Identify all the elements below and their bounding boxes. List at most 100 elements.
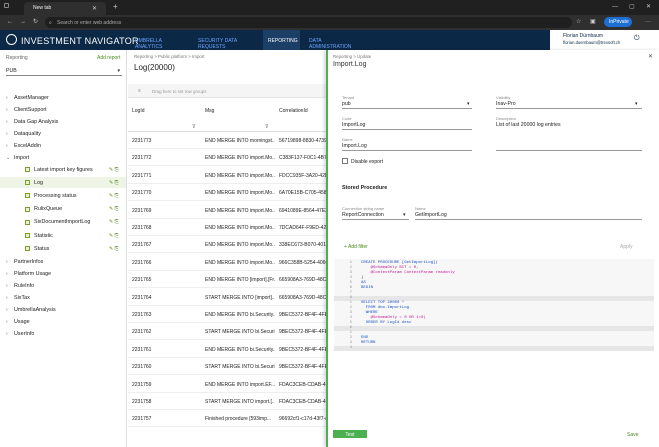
table-row[interactable]: 2231761 END MERGE INTO bi.Security... 9BEC…	[128, 341, 326, 358]
description-textarea[interactable]	[496, 150, 642, 151]
name-input[interactable]	[342, 150, 472, 151]
table-row[interactable]: 2231772 END MERGE INTO import.Mo... C383F1…	[128, 149, 326, 167]
tree-item-partnerinfos[interactable]: › PartnerInfos	[0, 256, 126, 267]
refresh-icon[interactable]: ↻	[33, 19, 38, 25]
tree-item-latest-import-key-figures[interactable]: Latest import key figures ✎ ⎘	[0, 164, 126, 175]
chevron-right-icon[interactable]: ›	[6, 95, 8, 101]
table-row[interactable]: 2231770 END MERGE INTO import.Mo... 6A70E1…	[128, 184, 326, 202]
maximize-icon[interactable]: ▢	[629, 4, 635, 10]
sidebar-tabs-icon[interactable]	[4, 3, 9, 8]
forward-icon[interactable]: →	[20, 19, 26, 25]
filter-icon[interactable]: ⊽	[192, 124, 196, 130]
chevron-right-icon[interactable]: ›	[6, 119, 8, 125]
table-row[interactable]: 2231765 END MERGE INTO [import].[Fr... 665…	[128, 271, 326, 289]
table-row[interactable]: 2231764 START MERGE INTO [import]... 66590…	[128, 289, 326, 306]
chevron-right-icon[interactable]: ›	[6, 271, 8, 277]
table-row[interactable]: 2231762 START MERGE INTO bi.Securi... 9BEC…	[128, 323, 326, 341]
chevron-right-icon[interactable]: ›	[6, 131, 8, 137]
tree-item-status[interactable]: Status ✎ ⎘	[0, 243, 126, 254]
disable-export-checkbox[interactable]	[342, 158, 348, 164]
nav-security-data-requests[interactable]: SECURITY DATA REQUESTS	[192, 30, 260, 50]
column-header-logid[interactable]: LogId	[132, 108, 145, 114]
table-row[interactable]: 2231767 END MERGE INTO import.Mo... 338EC6…	[128, 236, 326, 254]
edit-copy-icons[interactable]: ✎ ⎘	[109, 206, 119, 212]
address-bar[interactable]: ⌕ Search or enter web address	[45, 17, 572, 28]
chevron-right-icon[interactable]: ›	[6, 107, 8, 113]
tree-item-umbrellaanalysis[interactable]: › UmbrellaAnalysis	[0, 304, 126, 315]
tree-item-log[interactable]: Log ✎ ⎘	[0, 177, 126, 189]
tree-item-dataquality[interactable]: › Dataquality	[0, 128, 126, 139]
code-input[interactable]	[342, 129, 472, 130]
tree-item-sixdocumentimportlog[interactable]: SixDocumentImportLog ✎ ⎘	[0, 217, 126, 228]
edit-copy-icons[interactable]: ✎ ⎘	[109, 180, 119, 186]
chevron-right-icon[interactable]: ›	[6, 319, 8, 325]
browser-tab[interactable]: New tab ✕	[24, 2, 106, 15]
tree-item-data-gap-analysis[interactable]: › Data Gap Analysis	[0, 116, 126, 127]
new-tab-icon[interactable]: +	[113, 3, 118, 11]
add-report-link[interactable]: Add report	[97, 55, 120, 61]
nav-umbrella-analytics[interactable]: UMBRELLA ANALYTICS	[128, 30, 188, 50]
chevron-down-icon[interactable]: ⌄	[6, 155, 10, 161]
column-header-msg[interactable]: Msg	[205, 108, 214, 114]
chevron-right-icon[interactable]: ›	[6, 295, 8, 301]
tenant-select[interactable]	[342, 108, 472, 109]
nav-data-administration[interactable]: DATA ADMINISTRATION	[304, 30, 364, 50]
visibility-select[interactable]	[496, 108, 642, 109]
tree-item-rulixqueue[interactable]: RulixQueue ✎ ⎘	[0, 204, 126, 215]
close-tab-icon[interactable]: ✕	[92, 6, 97, 12]
table-row[interactable]: 2231766 END MERGE INTO import.Mo... 966C35…	[128, 254, 326, 271]
back-icon[interactable]: ←	[7, 19, 13, 25]
tree-item-platform-usage[interactable]: › Platform Usage	[0, 268, 126, 279]
filter-icon[interactable]: ⊽	[265, 124, 269, 130]
table-row[interactable]: 2231757 Finished procedure [593imp... 9669…	[128, 410, 326, 428]
tree-item-processing-status[interactable]: Processing status ✎ ⎘	[0, 190, 126, 201]
row-group-drop-zone[interactable]: ≡ Drag here to set row groups	[128, 84, 326, 98]
sql-editor[interactable]: 1 CREATE PROCEDURE [GetImportLog](2 @Sche…	[334, 259, 654, 351]
collections-icon[interactable]: ▣	[590, 19, 596, 25]
minimize-icon[interactable]: —	[612, 4, 618, 10]
chevron-right-icon[interactable]: ›	[6, 143, 8, 149]
test-button[interactable]: Test	[333, 430, 367, 438]
column-header-correlationid[interactable]: CorrelationId	[279, 108, 308, 114]
tree-item-userinfo[interactable]: › UserInfo	[0, 328, 126, 339]
report-selector[interactable]: PUB ▾	[6, 65, 122, 76]
tree-item-sixtax[interactable]: › SixTax	[0, 292, 126, 303]
edit-copy-icons[interactable]: ✎ ⎘	[109, 246, 119, 252]
tree-item-usage[interactable]: › Usage	[0, 316, 126, 327]
profile-button[interactable]: InPrivate	[604, 17, 632, 27]
power-icon[interactable]: ⏻	[634, 35, 640, 42]
save-button[interactable]: Save	[627, 432, 638, 438]
table-row[interactable]: 2231759 END MERGE INTO import.EF... FDAC3C…	[128, 376, 326, 393]
table-row[interactable]: 2231758 START MERGE INTO import.[... FDAC3…	[128, 393, 326, 410]
table-row[interactable]: 2231771 END MERGE INTO import.Mo... FDCC93…	[128, 167, 326, 184]
nav-reporting[interactable]: REPORTING	[263, 30, 300, 50]
table-row[interactable]: 2231763 END MERGE INTO bi.Security... 9BEC…	[128, 306, 326, 323]
apply-button[interactable]: Apply	[620, 244, 633, 250]
favorites-icon[interactable]: ☆	[576, 19, 581, 25]
tree-item-clientsupport[interactable]: › ClientSupport	[0, 104, 126, 115]
close-window-icon[interactable]: ✕	[646, 4, 651, 10]
user-panel[interactable]: Florian Dürnbaum florian.duernbaum@trexs…	[550, 30, 659, 50]
tree-item-statistic[interactable]: Statistic ✎ ⎘	[0, 230, 126, 241]
edit-copy-icons[interactable]: ✎ ⎘	[109, 193, 119, 199]
tree-item-import[interactable]: ⌄ Import	[0, 152, 126, 163]
tree-item-assetmanager[interactable]: › AssetManager	[0, 92, 126, 103]
table-row[interactable]: 2231760 START MERGE INTO bi.Securi... 9BEC…	[128, 358, 326, 376]
table-row[interactable]: 2231768 END MERGE INTO import.Mo... 7DCAD6…	[128, 219, 326, 236]
chevron-right-icon[interactable]: ›	[6, 283, 8, 289]
edit-copy-icons[interactable]: ✎ ⎘	[109, 167, 119, 173]
tree-item-ruleinfo[interactable]: › RuleInfo	[0, 280, 126, 291]
sp-name-input[interactable]	[415, 219, 642, 220]
chevron-right-icon[interactable]: ›	[6, 331, 8, 337]
edit-copy-icons[interactable]: ✎ ⎘	[109, 219, 119, 225]
edit-copy-icons[interactable]: ✎ ⎘	[109, 233, 119, 239]
add-filter-button[interactable]: + Add filter	[344, 244, 368, 250]
tree-item-exceladdin[interactable]: › ExcelAddin	[0, 140, 126, 151]
chevron-right-icon[interactable]: ›	[6, 259, 8, 265]
table-row[interactable]: 2231773 END MERGE INTO morningst... 567198…	[128, 132, 326, 149]
more-icon[interactable]: ···	[645, 19, 651, 25]
close-icon[interactable]: ✕	[648, 53, 653, 60]
chevron-right-icon[interactable]: ›	[6, 307, 8, 313]
connection-select[interactable]	[342, 219, 409, 220]
table-row[interactable]: 2231769 END MERGE INTO import.Mo... 694108…	[128, 202, 326, 219]
